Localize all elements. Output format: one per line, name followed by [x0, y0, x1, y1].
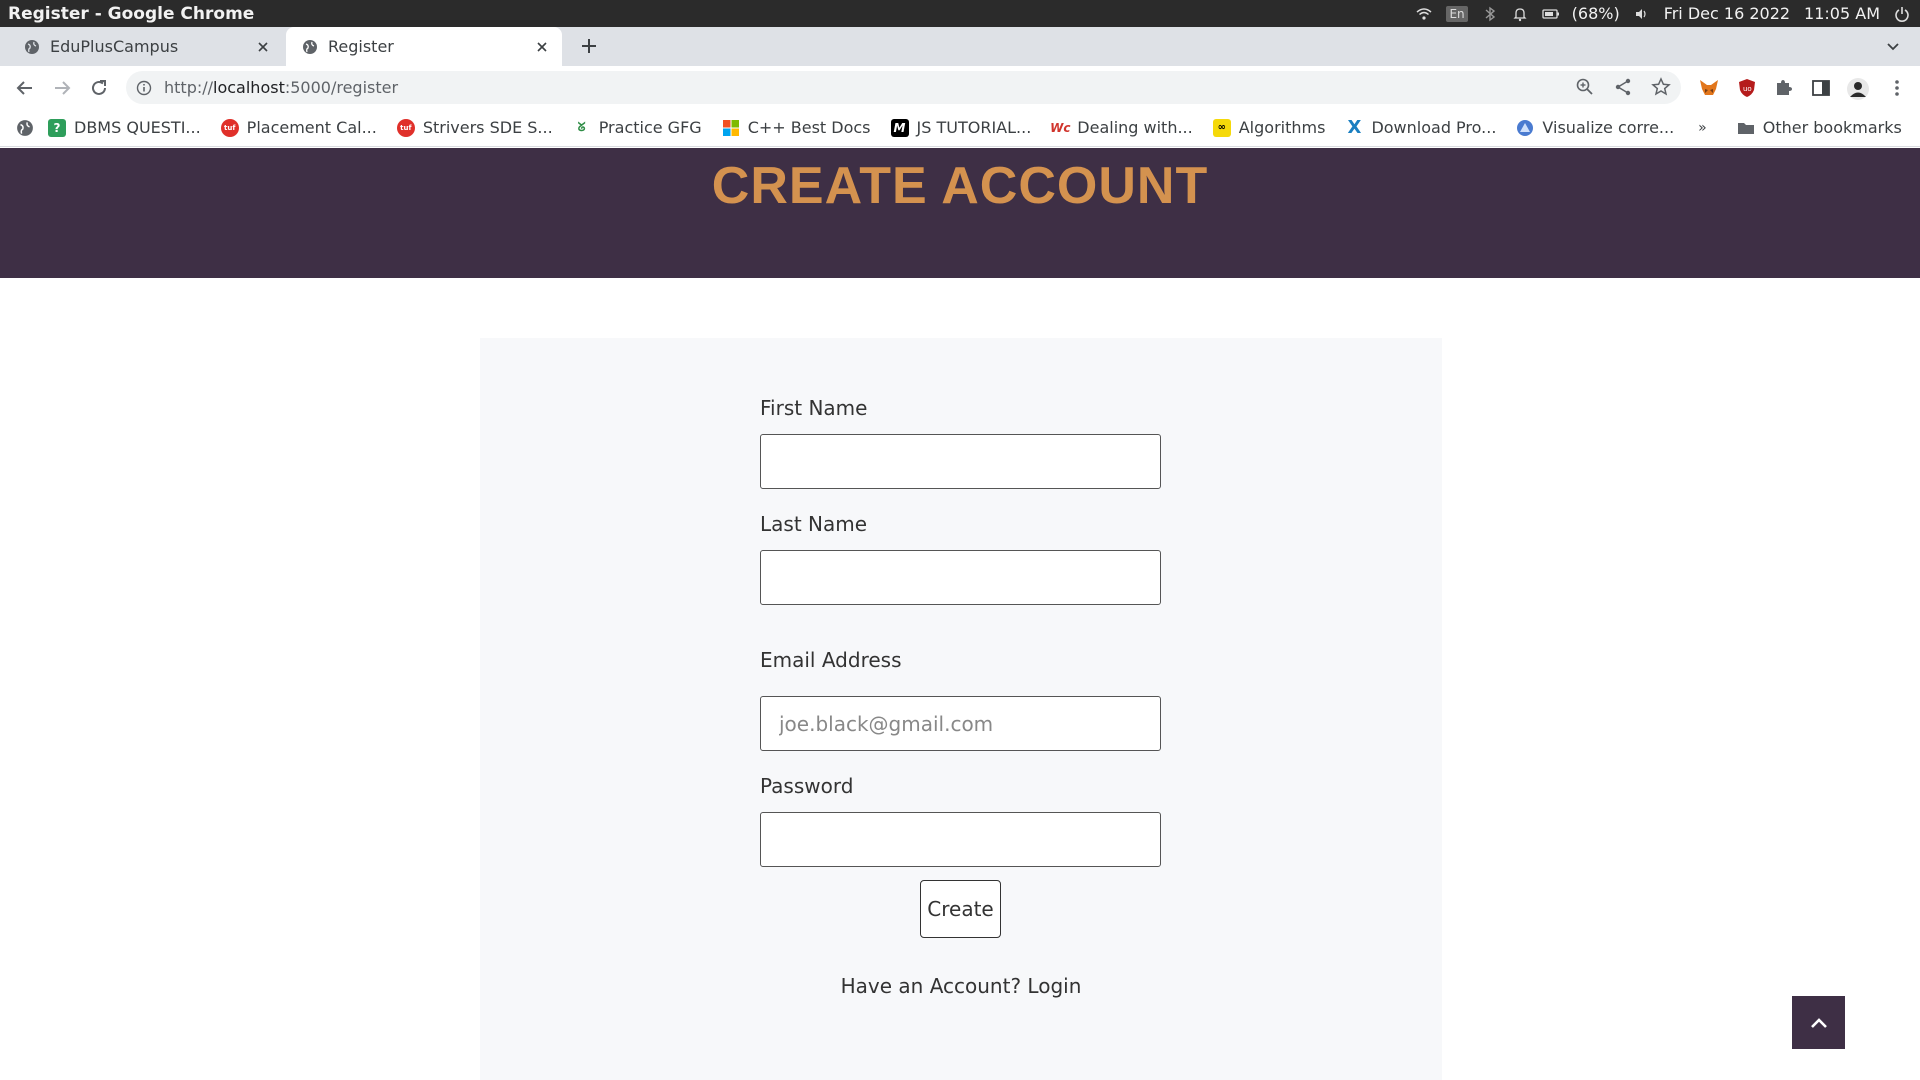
profile-avatar-icon[interactable] [1846, 77, 1869, 100]
side-panel-icon[interactable] [1810, 77, 1832, 99]
address-bar[interactable]: http://localhost:5000/register [126, 71, 1681, 104]
page-title: CREATE ACCOUNT [711, 157, 1209, 215]
power-icon[interactable] [1894, 6, 1910, 22]
x-icon: X [1347, 117, 1362, 138]
bookmark-label: Dealing with... [1077, 118, 1193, 137]
register-form-card: First Name Last Name Email Address Passw… [480, 338, 1442, 1080]
email-label: Email Address [760, 648, 902, 672]
last-name-label: Last Name [760, 512, 868, 536]
globe-icon [303, 39, 317, 54]
bookmarks-overflow-button[interactable]: » [1698, 120, 1707, 136]
browser-toolbar: http://localhost:5000/register uo [0, 66, 1920, 109]
wifi-icon[interactable] [1416, 6, 1432, 22]
volume-icon[interactable] [1634, 6, 1650, 22]
folder-icon [1737, 119, 1755, 137]
battery-percent: (68%) [1571, 4, 1620, 23]
close-icon[interactable] [255, 39, 271, 55]
first-name-input[interactable] [760, 434, 1161, 489]
battery-icon[interactable] [1541, 6, 1559, 22]
visualize-icon [1516, 119, 1534, 137]
puzzle-icon[interactable] [1772, 77, 1794, 99]
scroll-to-top-button[interactable] [1792, 996, 1845, 1049]
info-icon[interactable] [136, 80, 152, 96]
new-tab-plus-icon[interactable] [578, 35, 600, 57]
microsoft-icon [722, 119, 740, 137]
password-label: Password [760, 774, 854, 798]
bookmark-label: Strivers SDE S... [422, 118, 553, 137]
globe-icon [25, 39, 39, 54]
m-icon: M [890, 118, 909, 137]
apps-globe-icon[interactable] [16, 119, 34, 137]
bookmark-js[interactable]: M JS TUTORIAL... [890, 118, 1032, 137]
bookmark-placement[interactable]: tuf Placement Cal... [220, 118, 377, 137]
bookmark-download[interactable]: X Download Pro... [1345, 117, 1497, 138]
bookmark-label: JS TUTORIAL... [916, 118, 1032, 137]
bookmark-visualize[interactable]: Visualize corre... [1516, 118, 1674, 137]
bookmark-label: Other bookmarks [1762, 118, 1902, 137]
page-header-band: CREATE ACCOUNT [0, 148, 1920, 278]
bluetooth-icon[interactable] [1482, 6, 1498, 22]
system-date[interactable]: Fri Dec 16 2022 [1664, 4, 1790, 23]
login-link[interactable]: Have an Account? Login [760, 974, 1162, 998]
svg-text:uo: uo [1743, 85, 1752, 93]
window-title: Register - Google Chrome [8, 3, 255, 24]
chevron-up-icon [1810, 1017, 1827, 1028]
chevron-down-icon[interactable] [1884, 37, 1902, 55]
tab-register[interactable]: Register [286, 27, 562, 66]
back-arrow-icon[interactable] [14, 77, 36, 99]
tab-label: Register [328, 37, 394, 56]
bookmarks-bar: ? DBMS QUESTI... tuf Placement Cal... tuf S… [0, 109, 1920, 147]
url-host: localhost [213, 78, 285, 97]
other-bookmarks[interactable]: Other bookmarks [1737, 118, 1902, 137]
bookmark-strivers[interactable]: tuf Strivers SDE S... [396, 118, 553, 137]
tab-eduplus[interactable]: EduPlusCampus [8, 27, 283, 66]
bookmark-label: DBMS QUESTI... [74, 118, 201, 137]
ublock-icon[interactable]: uo [1736, 77, 1758, 99]
wc-icon: Wc [1050, 120, 1071, 135]
bookmark-label: Practice GFG [598, 118, 702, 137]
system-time[interactable]: 11:05 AM [1804, 4, 1880, 23]
bookmark-dbms[interactable]: ? DBMS QUESTI... [48, 118, 201, 137]
algo-icon: ∞ [1212, 118, 1231, 137]
tuf-icon: tuf [220, 118, 239, 137]
url-scheme: http:// [164, 78, 214, 97]
metamask-icon[interactable] [1698, 77, 1720, 99]
zoom-icon[interactable] [1575, 77, 1595, 101]
os-top-bar: Register - Google Chrome En (68%) Fri De… [0, 0, 1920, 27]
tuf-icon: tuf [396, 118, 415, 137]
close-icon[interactable] [534, 39, 550, 55]
bookmark-cpp[interactable]: C++ Best Docs [722, 118, 871, 137]
bell-icon[interactable] [1512, 6, 1528, 22]
password-input[interactable] [760, 812, 1161, 867]
bookmark-algorithms[interactable]: ∞ Algorithms [1212, 118, 1326, 137]
first-name-label: First Name [760, 396, 868, 420]
more-vert-icon[interactable] [1886, 77, 1908, 99]
bookmark-label: C++ Best Docs [747, 118, 871, 137]
bookmark-gfg[interactable]: ᘜ Practice GFG [573, 118, 702, 137]
share-icon[interactable] [1613, 77, 1633, 101]
forward-arrow-icon[interactable] [51, 77, 73, 99]
bookmark-dealing[interactable]: Wc Dealing with... [1050, 118, 1193, 137]
url-path: :5000/register [284, 78, 399, 97]
question-icon: ? [48, 118, 66, 137]
email-input[interactable] [760, 696, 1161, 751]
last-name-input[interactable] [760, 550, 1161, 605]
bookmark-label: Algorithms [1238, 118, 1326, 137]
bookmark-label: Visualize corre... [1542, 118, 1675, 137]
tab-strip: EduPlusCampus Register [0, 27, 1920, 66]
page-content: CREATE ACCOUNT First Name Last Name Emai… [0, 148, 1920, 1080]
gfg-icon: ᘜ [577, 120, 586, 134]
keyboard-language-indicator[interactable]: En [1446, 5, 1468, 22]
url-text[interactable]: http://localhost:5000/register [164, 78, 398, 97]
bookmark-label: Download Pro... [1371, 118, 1497, 137]
tab-label: EduPlusCampus [50, 37, 179, 56]
bookmark-label: Placement Cal... [246, 118, 377, 137]
star-icon[interactable] [1651, 77, 1671, 101]
create-button[interactable]: Create [920, 880, 1001, 938]
reload-icon[interactable] [88, 77, 110, 99]
